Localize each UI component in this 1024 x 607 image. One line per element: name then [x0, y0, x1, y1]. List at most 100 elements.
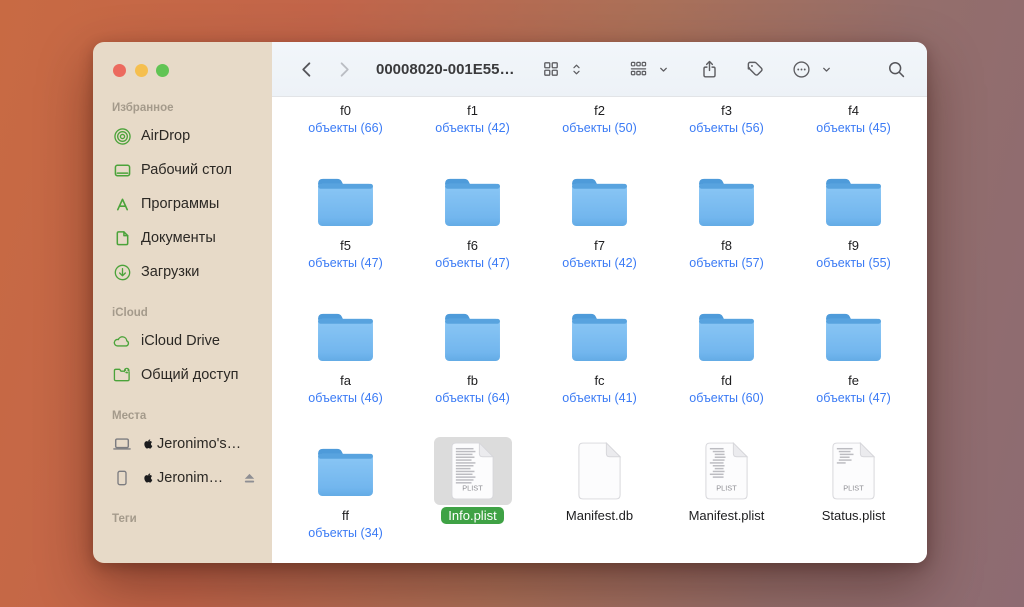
item-name-label: ff: [335, 507, 356, 524]
item-count-label: объекты (55): [816, 256, 890, 271]
item-name-label: f7: [587, 237, 612, 254]
view-switcher-button[interactable]: [540, 56, 587, 82]
item-name-label: fc: [587, 372, 611, 389]
apple-logo-icon: [141, 437, 154, 452]
minimize-window-button[interactable]: [135, 64, 148, 77]
folder-icon: [307, 302, 385, 370]
file-item[interactable]: Manifest.db: [536, 437, 663, 563]
plist-file-icon: PLIST: [829, 441, 878, 501]
grid-view-icon: [540, 56, 562, 82]
folder-item[interactable]: f0объекты (66): [282, 97, 409, 167]
search-button[interactable]: [885, 56, 907, 82]
item-name-label: f3: [714, 102, 739, 119]
folder-icon: [307, 437, 385, 505]
item-count-label: объекты (47): [816, 391, 890, 406]
folder-item[interactable]: fdобъекты (60): [663, 302, 790, 437]
sidebar-item-text: Jeronim…: [157, 470, 223, 486]
document-icon: [112, 228, 132, 248]
folder-item[interactable]: f7объекты (42): [536, 167, 663, 302]
item-name-label: Manifest.db: [559, 507, 640, 524]
svg-text:PLIST: PLIST: [716, 484, 737, 493]
sidebar-item-jeronim-[interactable]: Jeronim…: [102, 461, 263, 495]
folder-item[interactable]: feобъекты (47): [790, 302, 917, 437]
desktop-background: { "colors": { "selection_green": "#3fa24…: [0, 0, 1024, 607]
item-count-label: объекты (66): [308, 121, 382, 136]
group-by-button[interactable]: [627, 56, 674, 82]
item-name-label: fa: [333, 372, 358, 389]
folder-item[interactable]: f5объекты (47): [282, 167, 409, 302]
item-count-label: объекты (64): [435, 391, 509, 406]
ellipsis-circle-icon: [790, 56, 812, 82]
folder-item[interactable]: f4объекты (45): [790, 97, 917, 167]
folder-icon: [571, 175, 628, 227]
item-count-label: объекты (41): [562, 391, 636, 406]
sidebar-item-label: iCloud Drive: [141, 333, 220, 349]
sidebar-item-общий-доступ[interactable]: Общий доступ: [102, 358, 263, 392]
sidebar-section-header: Теги: [112, 511, 263, 527]
sidebar-item-jeronimo-s-[interactable]: Jeronimo's…: [102, 427, 263, 461]
sidebar-item-icloud-drive[interactable]: iCloud Drive: [102, 324, 263, 358]
svg-text:PLIST: PLIST: [462, 484, 483, 493]
folder-icon: [434, 167, 512, 235]
item-name-label: Manifest.plist: [682, 507, 772, 524]
forward-button[interactable]: [332, 56, 354, 82]
file-item[interactable]: PLIST Info.plist: [409, 437, 536, 563]
folder-item[interactable]: faобъекты (46): [282, 302, 409, 437]
sidebar-item-text: iCloud Drive: [141, 333, 220, 349]
item-count-label: объекты (45): [816, 121, 890, 136]
more-actions-button[interactable]: [790, 56, 837, 82]
sidebar-item-рабочий-стол[interactable]: Рабочий стол: [102, 153, 263, 187]
sidebar-item-airdrop[interactable]: AirDrop: [102, 119, 263, 153]
sidebar-item-text: Документы: [141, 230, 216, 246]
item-count-label: объекты (34): [308, 526, 382, 541]
sidebar-item-text: Общий доступ: [141, 367, 238, 383]
zoom-window-button[interactable]: [156, 64, 169, 77]
sidebar-item-программы[interactable]: Программы: [102, 187, 263, 221]
sidebar-item-загрузки[interactable]: Загрузки: [102, 255, 263, 289]
folder-icon: [571, 310, 628, 362]
folder-item[interactable]: f2объекты (50): [536, 97, 663, 167]
folder-item[interactable]: ff объекты (34): [282, 437, 409, 563]
sidebar-item-label: Jeronimo's…: [141, 436, 241, 452]
file-item[interactable]: PLISTStatus.plist: [790, 437, 917, 563]
shared-folder-icon: [112, 365, 132, 385]
folder-item[interactable]: fbобъекты (64): [409, 302, 536, 437]
sidebar-item-документы[interactable]: Документы: [102, 221, 263, 255]
laptop-icon: [112, 434, 132, 454]
chevron-up-down-icon: [565, 56, 587, 82]
eject-icon[interactable]: [242, 471, 257, 486]
item-name-label: f8: [714, 237, 739, 254]
folder-item[interactable]: f1объекты (42): [409, 97, 536, 167]
close-window-button[interactable]: [113, 64, 126, 77]
device-icon: [112, 468, 132, 488]
sidebar-item-label: Программы: [141, 196, 219, 212]
item-count-label: объекты (56): [689, 121, 763, 136]
file-browser-area[interactable]: f0объекты (66) f1объекты (42) f2объекты …: [272, 97, 927, 563]
tags-button[interactable]: [744, 56, 766, 82]
folder-item[interactable]: f6объекты (47): [409, 167, 536, 302]
file-item[interactable]: PLIST Manifest.plist: [663, 437, 790, 563]
folder-item[interactable]: fc объекты (41): [536, 302, 663, 437]
sidebar-section-header: iCloud: [112, 305, 263, 321]
item-name-label: f9: [841, 237, 866, 254]
folder-icon: [434, 302, 512, 370]
folder-icon: [815, 97, 893, 100]
item-name-label: fd: [714, 372, 739, 389]
sidebar-item-label: AirDrop: [141, 128, 190, 144]
finder-window: ИзбранноеAirDropРабочий столПрограммыДок…: [93, 42, 927, 563]
item-name-label: f1: [460, 102, 485, 119]
folder-icon: [444, 310, 501, 362]
folder-item[interactable]: f9 объекты (55): [790, 167, 917, 302]
folder-item[interactable]: f8 объекты (57): [663, 167, 790, 302]
share-button[interactable]: [698, 56, 720, 82]
sidebar-item-text: Программы: [141, 196, 219, 212]
file-icon: [575, 441, 624, 501]
back-button[interactable]: [296, 56, 318, 82]
chevron-down-icon: [815, 56, 837, 82]
item-name-label: Info.plist: [441, 507, 503, 524]
sidebar-item-label: Общий доступ: [141, 367, 238, 383]
item-count-label: объекты (57): [689, 256, 763, 271]
item-name-label: f6: [460, 237, 485, 254]
folder-item[interactable]: f3 объекты (56): [663, 97, 790, 167]
folder-icon: [561, 167, 639, 235]
